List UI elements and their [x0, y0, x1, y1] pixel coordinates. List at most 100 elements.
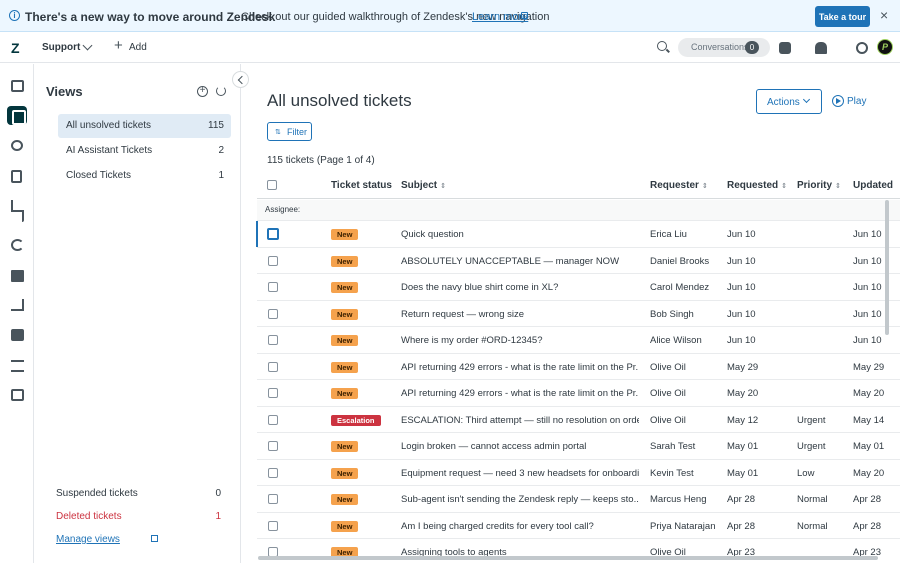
table-row[interactable]: New Does the navy blue shirt come in XL? C…: [257, 274, 900, 301]
table-row[interactable]: New Return request — wrong size Bob Singh J…: [257, 301, 900, 327]
row-checkbox[interactable]: [268, 335, 278, 345]
column-requester[interactable]: Requester ⇕: [650, 180, 708, 191]
table-row[interactable]: New API returning 429 errors - what is th…: [257, 380, 900, 407]
product-switcher[interactable]: Support: [42, 42, 80, 53]
ticket-requester: Bob Singh: [650, 308, 694, 320]
row-checkbox[interactable]: [267, 228, 279, 240]
home-icon[interactable]: [11, 80, 24, 92]
ticket-subject[interactable]: Login broken — cannot access admin porta…: [401, 441, 639, 452]
avatar[interactable]: P: [877, 39, 893, 55]
row-checkbox[interactable]: [268, 282, 278, 292]
zendesk-logo[interactable]: Z: [11, 41, 20, 55]
answer-bot-icon[interactable]: [11, 329, 24, 341]
plus-icon[interactable]: +: [114, 38, 123, 53]
ticket-subject[interactable]: ESCALATION: Third attempt — still no res…: [401, 415, 639, 426]
suspended-tickets-link[interactable]: Suspended tickets: [56, 488, 138, 499]
row-checkbox[interactable]: [268, 361, 278, 372]
view-label: All unsolved tickets: [66, 120, 152, 131]
ticket-requested: Jun 10: [727, 229, 756, 240]
nav-rail: [0, 64, 34, 563]
views-title: Views: [46, 84, 83, 99]
table-row[interactable]: New Where is my order #ORD-12345? Alice Wi…: [257, 327, 900, 354]
play-button[interactable]: Play: [847, 96, 866, 107]
ticket-subject[interactable]: Return request — wrong size: [401, 309, 639, 320]
search-icon[interactable]: [657, 41, 667, 51]
table-row[interactable]: New Equipment request — need 3 new headse…: [257, 460, 900, 486]
chevron-down-icon[interactable]: [82, 40, 93, 51]
ticket-subject[interactable]: ABSOLUTELY UNACCEPTABLE — manager NOW: [401, 256, 639, 267]
table-row[interactable]: New Login broken — cannot access admin po…: [257, 433, 900, 460]
translate-icon[interactable]: [11, 299, 24, 311]
row-checkbox[interactable]: [268, 467, 278, 478]
row-checkbox[interactable]: [268, 441, 278, 451]
refresh-icon[interactable]: [216, 86, 226, 96]
horizontal-scrollbar[interactable]: [258, 556, 878, 560]
row-checkbox[interactable]: [268, 494, 278, 504]
ticket-requester: Olive Oil: [650, 414, 686, 426]
group-label: Assignee:: [265, 205, 301, 214]
customers-icon[interactable]: [11, 140, 23, 151]
ticket-requested: Apr 28: [727, 494, 755, 505]
actions-button[interactable]: Actions: [756, 89, 822, 114]
row-checkbox[interactable]: [268, 414, 278, 425]
ticket-count: 115 tickets (Page 1 of 4): [267, 155, 375, 166]
select-all-checkbox[interactable]: [267, 180, 277, 190]
organizations-icon[interactable]: [11, 170, 22, 183]
ticket-requested: Jun 10: [727, 335, 756, 346]
vertical-scrollbar[interactable]: [885, 200, 889, 335]
ticket-updated: Jun 10: [853, 335, 882, 346]
column-requested[interactable]: Requested ⇕: [727, 180, 787, 191]
ticket-subject[interactable]: API returning 429 errors - what is the r…: [401, 362, 639, 373]
table-row[interactable]: New Quick question Erica Liu Jun 10 Jun 10: [256, 221, 900, 248]
ticket-requester: Olive Oil: [650, 361, 686, 373]
manage-views-link[interactable]: Manage views: [56, 534, 120, 545]
ticket-subject[interactable]: Where is my order #ORD-12345?: [401, 335, 639, 346]
table-row[interactable]: New Sub-agent isn't sending the Zendesk r…: [257, 486, 900, 513]
conversations-button[interactable]: Conversations 0: [678, 38, 770, 57]
ticket-requester: Daniel Brooks: [650, 255, 710, 267]
ticket-updated: May 01: [853, 441, 885, 452]
view-item-all-unsolved[interactable]: All unsolved tickets 115: [58, 114, 231, 138]
close-icon[interactable]: ×: [880, 8, 890, 22]
column-subject[interactable]: Subject ⇕: [401, 180, 446, 191]
column-priority[interactable]: Priority ⇕: [797, 180, 841, 191]
view-item-ai-assistant[interactable]: AI Assistant Tickets 2: [58, 139, 231, 163]
chat-icon[interactable]: [779, 42, 791, 54]
ticket-requested: Apr 28: [727, 520, 755, 532]
view-count: 2: [218, 145, 224, 156]
ticket-subject[interactable]: Am I being charged credits for every too…: [401, 521, 639, 532]
row-checkbox[interactable]: [268, 308, 278, 319]
deleted-tickets-link[interactable]: Deleted tickets: [56, 511, 122, 522]
ticket-subject[interactable]: Equipment request — need 3 new headsets …: [401, 468, 639, 479]
notifications-icon[interactable]: [815, 42, 827, 54]
ticket-subject[interactable]: API returning 429 errors - what is the r…: [401, 388, 639, 399]
ticket-subject[interactable]: Sub-agent isn't sending the Zendesk repl…: [401, 494, 639, 505]
list-icon[interactable]: [11, 360, 24, 372]
admin-icon[interactable]: [11, 389, 24, 401]
filter-button[interactable]: ⇅ Filter: [267, 122, 312, 141]
learn-more-link[interactable]: Learn more: [472, 11, 528, 23]
view-item-closed[interactable]: Closed Tickets 1: [58, 164, 231, 188]
suspended-count: 0: [215, 488, 221, 499]
ticket-subject[interactable]: Does the navy blue shirt come in XL?: [401, 282, 639, 293]
add-view-icon[interactable]: +: [197, 86, 208, 97]
table-row[interactable]: New ABSOLUTELY UNACCEPTABLE — manager NOW…: [257, 248, 900, 274]
play-icon[interactable]: [832, 95, 844, 107]
views-icon[interactable]: [7, 106, 27, 125]
knowledge-icon[interactable]: [11, 270, 24, 282]
row-checkbox[interactable]: [268, 255, 278, 266]
column-updated[interactable]: Updated: [853, 180, 893, 191]
ticket-subject[interactable]: Quick question: [401, 229, 639, 240]
flow-icon[interactable]: [11, 239, 24, 251]
table-row[interactable]: Escalation ESCALATION: Third attempt — st…: [257, 407, 900, 433]
actions-label: Actions: [767, 97, 800, 108]
add-button[interactable]: Add: [129, 42, 147, 53]
ticket-requested: Jun 10: [727, 308, 756, 320]
take-a-tour-button[interactable]: Take a tour: [815, 6, 870, 27]
reporting-bars-icon[interactable]: [11, 210, 24, 222]
apps-icon[interactable]: [856, 42, 868, 54]
row-checkbox[interactable]: [268, 520, 278, 531]
table-row[interactable]: New API returning 429 errors - what is th…: [257, 354, 900, 380]
table-row[interactable]: New Am I being charged credits for every …: [257, 513, 900, 539]
row-checkbox[interactable]: [268, 388, 278, 398]
